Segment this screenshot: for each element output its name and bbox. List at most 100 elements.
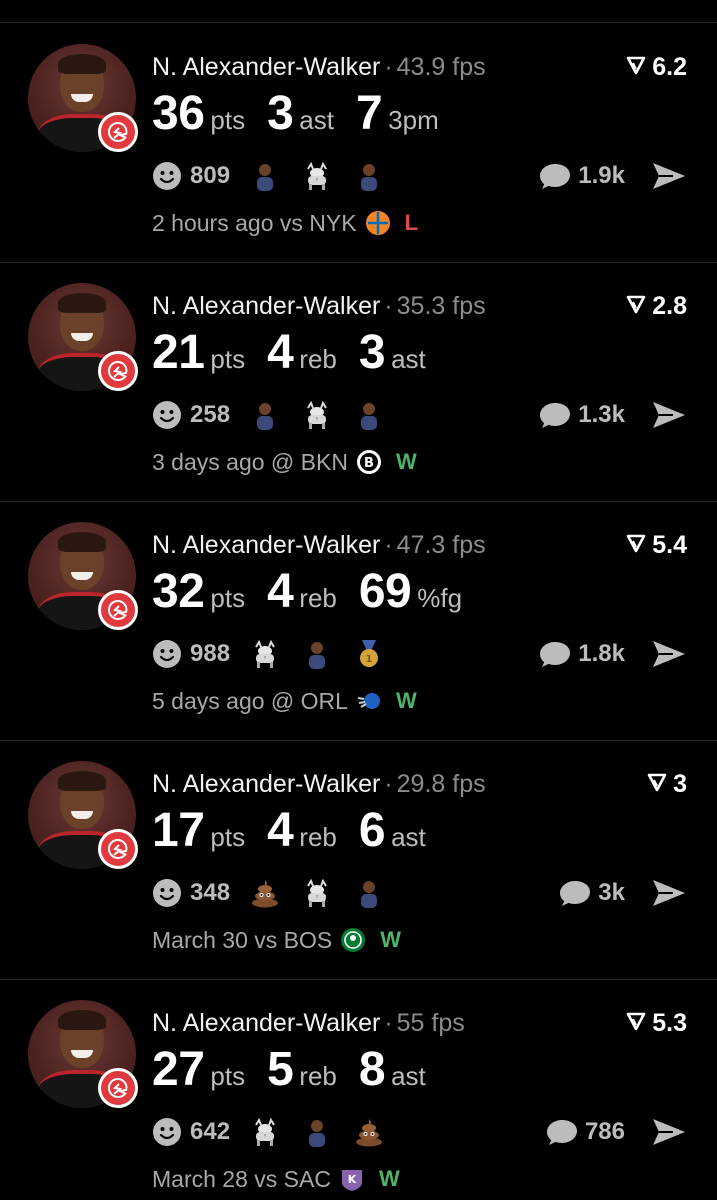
share-icon[interactable] [651, 878, 687, 908]
stat-item: 7 3pm [356, 86, 439, 141]
stat-line: 17 pts 4 reb 6 ast [152, 803, 448, 859]
comment-icon[interactable] [538, 161, 572, 191]
share-icon[interactable] [651, 161, 687, 191]
post-header: N. Alexander-Walker · 47.3 fps [152, 531, 486, 559]
reaction-smile-icon[interactable] [152, 639, 182, 669]
rating-value: 5.3 [652, 1009, 687, 1037]
comment-icon[interactable] [558, 878, 592, 908]
game-result: W [380, 927, 401, 952]
goat-icon[interactable] [300, 159, 334, 193]
stat-value: 4 [267, 565, 294, 618]
stat-item: 17 pts [152, 803, 245, 858]
reaction-count[interactable]: 258 [190, 401, 230, 429]
stat-item: 3 ast [267, 86, 334, 141]
fantasy-points: 55 fps [396, 1009, 465, 1037]
stat-unit: pts [210, 822, 246, 852]
share-icon[interactable] [651, 400, 687, 430]
stat-line: 21 pts 4 reb 3 ast [152, 325, 448, 381]
feed-post-card[interactable]: N. Alexander-Walker · 43.9 fps 6.2 36 pts … [0, 24, 717, 262]
player-name[interactable]: N. Alexander-Walker [152, 1009, 380, 1037]
poop-icon[interactable] [352, 1115, 386, 1149]
player-icon[interactable] [352, 159, 386, 193]
reaction-count[interactable]: 988 [190, 640, 230, 668]
player-name[interactable]: N. Alexander-Walker [152, 770, 380, 798]
player-name[interactable]: N. Alexander-Walker [152, 292, 380, 320]
goat-icon[interactable] [300, 876, 334, 910]
game-time: March 28 [152, 1166, 248, 1192]
stat-value: 17 [152, 804, 205, 857]
stat-value: 69 [358, 565, 412, 618]
stat-value: 3 [267, 87, 294, 140]
stat-unit: ast [299, 105, 334, 135]
stat-value: 4 [267, 326, 294, 379]
comment-icon[interactable] [538, 400, 572, 430]
comment-icon[interactable] [545, 1117, 579, 1147]
rating-value: 3 [673, 770, 687, 798]
feed-post-card[interactable]: N. Alexander-Walker · 35.3 fps 2.8 21 pts … [0, 263, 717, 501]
player-icon[interactable] [300, 1115, 334, 1149]
stat-unit: 3pm [388, 105, 439, 135]
game-time: 5 days ago [152, 688, 265, 714]
feed-post-card[interactable]: N. Alexander-Walker · 47.3 fps 5.4 32 pts … [0, 502, 717, 740]
goat-icon[interactable] [248, 637, 282, 671]
stat-unit: pts [210, 344, 246, 374]
reaction-smile-icon[interactable] [152, 878, 182, 908]
poop-icon[interactable] [248, 876, 282, 910]
svg-text:1: 1 [366, 654, 373, 665]
comment-count[interactable]: 786 [585, 1118, 625, 1146]
player-icon[interactable] [248, 159, 282, 193]
stat-value: 8 [358, 1043, 386, 1096]
reaction-smile-icon[interactable] [152, 161, 182, 191]
team-logo-icon [98, 829, 138, 869]
magic-logo-icon [356, 688, 382, 714]
reaction-smile-icon[interactable] [152, 1117, 182, 1147]
team-logo-icon [98, 351, 138, 391]
share-icon[interactable] [651, 1117, 687, 1147]
comment-count[interactable]: 3k [598, 879, 625, 907]
share-icon[interactable] [651, 639, 687, 669]
goat-icon[interactable] [248, 1115, 282, 1149]
game-info[interactable]: 3 days ago @ BKN B W [152, 447, 417, 477]
reaction-count[interactable]: 348 [190, 879, 230, 907]
engagement-row: 809 1.9k [152, 158, 687, 194]
svg-text:B: B [364, 456, 374, 471]
comment-count[interactable]: 1.9k [578, 162, 625, 190]
game-info[interactable]: 5 days ago @ ORL W [152, 686, 417, 716]
feed-post-card[interactable]: N. Alexander-Walker · 55 fps 5.3 27 pts 5 … [0, 980, 717, 1200]
game-info[interactable]: March 28 vs SAC K W [152, 1164, 400, 1194]
feed-post-card[interactable]: N. Alexander-Walker · 29.8 fps 3 17 pts 4 … [0, 741, 717, 979]
game-info[interactable]: 2 hours ago vs NYK L [152, 208, 418, 238]
stat-value: 6 [358, 804, 386, 857]
knicks-logo-icon [365, 210, 391, 236]
player-icon[interactable] [300, 637, 334, 671]
rating-icon [626, 1008, 646, 1038]
reaction-count[interactable]: 642 [190, 1118, 230, 1146]
reaction-smile-icon[interactable] [152, 400, 182, 430]
rating-score: 2.8 [626, 291, 687, 321]
stat-value: 7 [355, 87, 383, 140]
team-logo-icon [98, 112, 138, 152]
player-icon[interactable] [248, 398, 282, 432]
stat-unit: pts [210, 583, 246, 613]
stat-item: 4 reb [267, 564, 337, 619]
stat-line: 32 pts 4 reb 69 %fg [152, 564, 484, 620]
player-name[interactable]: N. Alexander-Walker [152, 53, 380, 81]
player-name[interactable]: N. Alexander-Walker [152, 531, 380, 559]
game-time: 3 days ago [152, 449, 265, 475]
post-header: N. Alexander-Walker · 43.9 fps [152, 53, 486, 81]
team-logo-icon [98, 1068, 138, 1108]
stat-unit: reb [299, 344, 337, 374]
medal-icon[interactable]: 1 [352, 637, 386, 671]
rating-value: 6.2 [652, 53, 687, 81]
comment-icon[interactable] [538, 639, 572, 669]
player-icon[interactable] [352, 398, 386, 432]
stat-item: 4 reb [267, 325, 337, 380]
fantasy-points: 35.3 fps [396, 292, 486, 320]
game-info[interactable]: March 30 vs BOS W [152, 925, 401, 955]
comment-count[interactable]: 1.8k [578, 640, 625, 668]
comment-count[interactable]: 1.3k [578, 401, 625, 429]
goat-icon[interactable] [300, 398, 334, 432]
player-icon[interactable] [352, 876, 386, 910]
reaction-count[interactable]: 809 [190, 162, 230, 190]
game-result: W [395, 688, 417, 713]
